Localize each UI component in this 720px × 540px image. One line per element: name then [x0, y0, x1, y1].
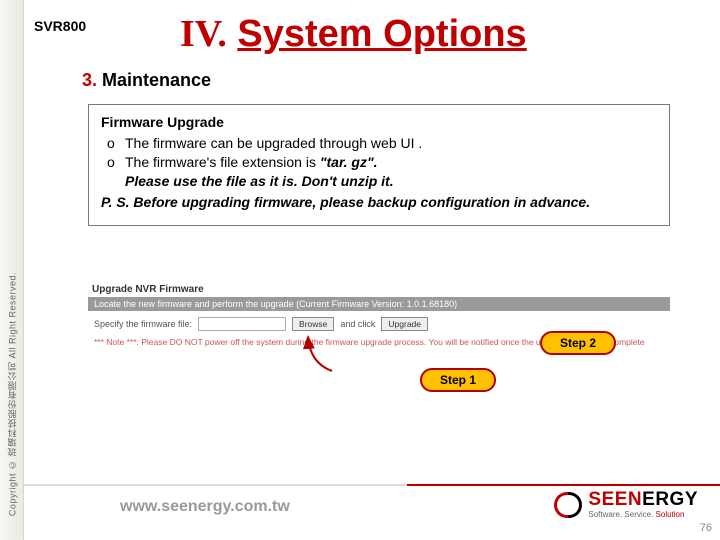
left-rail: Copyright © 琉璃科技股份有限公司 All Right Reserve…: [0, 0, 24, 540]
title-number: IV.: [180, 13, 227, 55]
list-item: The firmware's file extension is "tar. g…: [107, 153, 657, 191]
firmware-file-input[interactable]: [198, 317, 286, 331]
brand-part-a: SEEN: [588, 489, 642, 510]
panel-title: Upgrade NVR Firmware: [88, 282, 670, 297]
upgrade-button[interactable]: Upgrade: [381, 317, 428, 331]
emphasis-text: "tar. gz".: [320, 154, 378, 170]
brand-part-b: ERGY: [642, 489, 698, 510]
row-label: Specify the firmware file:: [94, 319, 192, 329]
info-box: Firmware Upgrade The firmware can be upg…: [88, 104, 670, 226]
logo-mark-icon: [554, 491, 582, 519]
arrow-icon: [302, 331, 342, 373]
brand-logo: SEENERGY Software. Service. Solution: [554, 490, 698, 519]
box-heading: Firmware Upgrade: [101, 113, 657, 132]
title-text: System Options: [237, 13, 526, 55]
footer-rule: [24, 484, 720, 486]
list-item: The firmware can be upgraded through web…: [107, 134, 657, 153]
step2-callout: Step 2: [540, 331, 616, 355]
tagline-a: Software. Service.: [588, 510, 655, 519]
page-number: 76: [700, 522, 712, 534]
bullet-list: The firmware can be upgraded through web…: [101, 134, 657, 191]
browse-button[interactable]: Browse: [292, 317, 334, 331]
footer-url: www.seenergy.com.tw: [120, 498, 290, 516]
copyright-text: Copyright © 琉璃科技股份有限公司 All Right Reserve…: [5, 272, 18, 516]
tagline-b: Solution: [656, 510, 685, 519]
mid-text: and click: [340, 319, 375, 329]
panel-subtitle: Locate the new firmware and perform the …: [88, 297, 670, 311]
section-text: Maintenance: [102, 70, 211, 90]
footer: www.seenergy.com.tw SEENERGY Software. S…: [24, 484, 720, 540]
section-heading: 3. Maintenance: [82, 70, 211, 91]
section-number: 3.: [82, 70, 97, 90]
bullet-text: The firmware's file extension is: [125, 154, 320, 170]
logo-text: SEENERGY Software. Service. Solution: [588, 490, 698, 519]
postscript: P. S. Before upgrading firmware, please …: [101, 193, 657, 212]
emphasis-text: Please use the file as it is. Don't unzi…: [125, 173, 394, 189]
product-label: SVR800: [34, 18, 86, 34]
page-title: IV. System Options: [180, 12, 527, 56]
step1-callout: Step 1: [420, 368, 496, 392]
